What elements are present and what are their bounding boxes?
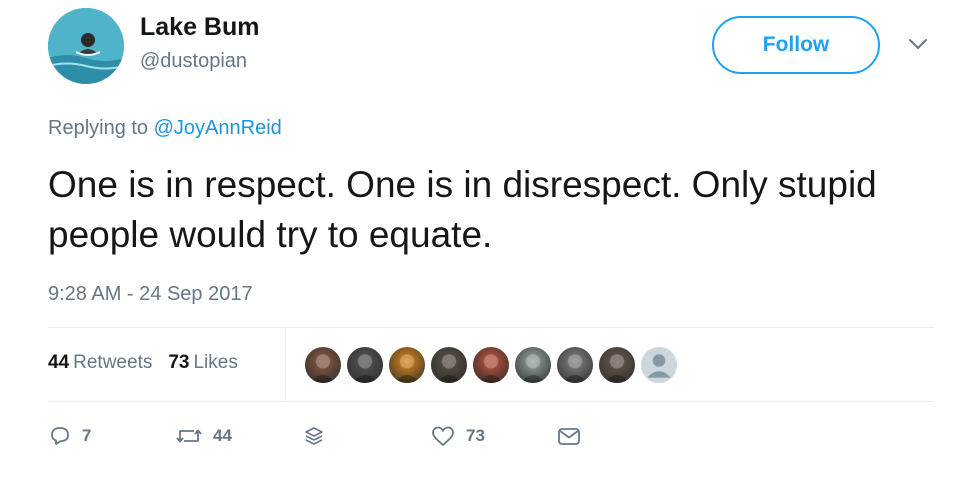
swimmer-avatar-icon xyxy=(48,8,124,84)
reply-count: 7 xyxy=(82,426,92,445)
share-button[interactable] xyxy=(302,424,326,448)
liker-avatar[interactable] xyxy=(513,345,553,385)
direct-message-button[interactable] xyxy=(556,424,582,448)
liker-avatar[interactable] xyxy=(555,345,595,385)
tweet-timestamp[interactable]: 9:28 AM - 24 Sep 2017 xyxy=(48,283,253,306)
tweet-text: One is in respect. One is in disrespect.… xyxy=(48,164,877,255)
retweet-button[interactable]: 44 xyxy=(175,424,232,448)
liker-avatar[interactable] xyxy=(597,345,637,385)
divider xyxy=(48,327,934,328)
likes-stat[interactable]: 73 Likes xyxy=(168,352,238,374)
liker-avatar[interactable] xyxy=(345,345,385,385)
author-display-name[interactable]: Lake Bum xyxy=(140,13,259,42)
divider xyxy=(285,328,286,401)
reply-icon xyxy=(51,427,69,445)
retweets-count: 44 xyxy=(48,352,70,373)
heart-icon xyxy=(432,426,454,446)
envelope-icon xyxy=(558,428,580,445)
likes-label: Likes xyxy=(193,352,238,373)
likes-count: 73 xyxy=(168,352,190,373)
author-handle[interactable]: @dustopian xyxy=(140,50,247,73)
reply-context: Replying to @JoyAnnReid xyxy=(48,117,282,140)
reply-mention-link[interactable]: @JoyAnnReid xyxy=(154,117,282,139)
retweet-icon xyxy=(176,429,202,443)
follow-button[interactable]: Follow xyxy=(712,16,880,74)
liker-avatar[interactable] xyxy=(639,345,679,385)
author-avatar[interactable] xyxy=(48,8,124,84)
chevron-down-icon[interactable] xyxy=(907,36,929,52)
liker-avatar[interactable] xyxy=(387,345,427,385)
divider xyxy=(48,401,934,402)
tweet-actions: 7 44 73 xyxy=(48,424,648,454)
retweets-label: Retweets xyxy=(73,352,153,373)
liker-avatars xyxy=(303,345,681,385)
liker-avatar[interactable] xyxy=(471,345,511,385)
tweet-stats: 44 Retweets 73 Likes xyxy=(48,352,238,374)
stack-layers-icon xyxy=(305,427,323,445)
like-button[interactable]: 73 xyxy=(430,424,485,448)
liker-avatar[interactable] xyxy=(429,345,469,385)
reply-context-prefix: Replying to xyxy=(48,117,154,139)
retweet-count: 44 xyxy=(213,426,232,445)
retweets-stat[interactable]: 44 Retweets xyxy=(48,352,152,374)
reply-button[interactable]: 7 xyxy=(48,424,91,448)
liker-avatar[interactable] xyxy=(303,345,343,385)
like-count: 73 xyxy=(466,426,485,445)
